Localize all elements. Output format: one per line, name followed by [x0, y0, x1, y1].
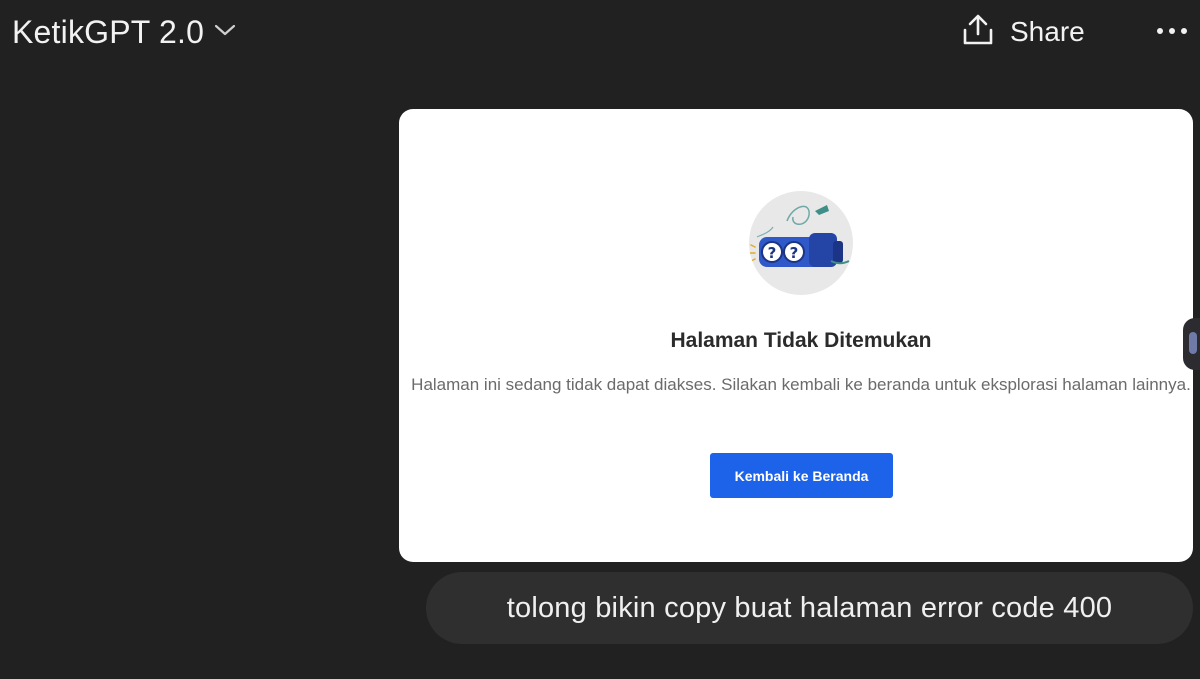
side-panel-handle[interactable] — [1183, 318, 1200, 370]
ellipsis-icon — [1155, 23, 1189, 41]
user-message-text: tolong bikin copy buat halaman error cod… — [506, 591, 1113, 624]
handle-grip-icon — [1189, 332, 1197, 354]
attached-screenshot-card[interactable]: ? ? Halaman Tidak Ditemukan Halaman ini … — [399, 109, 1193, 562]
top-bar: KetikGPT 2.0 Share — [0, 0, 1200, 64]
chevron-down-icon — [214, 23, 236, 42]
error-page-title: Halaman Tidak Ditemukan — [670, 329, 932, 352]
model-title: KetikGPT 2.0 — [12, 14, 205, 50]
svg-text:?: ? — [790, 244, 799, 262]
lost-telescope-illustration: ? ? — [749, 191, 853, 295]
user-message-bubble: tolong bikin copy buat halaman error cod… — [426, 572, 1193, 644]
back-to-home-button[interactable]: Kembali ke Beranda — [710, 453, 893, 498]
more-options-button[interactable] — [1152, 14, 1192, 50]
upload-icon — [960, 13, 996, 52]
error-page-description: Halaman ini sedang tidak dapat diakses. … — [411, 375, 1191, 394]
share-button[interactable]: Share — [960, 12, 1085, 52]
share-label: Share — [1010, 16, 1085, 47]
model-selector[interactable]: KetikGPT 2.0 — [12, 12, 236, 52]
svg-text:?: ? — [768, 244, 777, 262]
